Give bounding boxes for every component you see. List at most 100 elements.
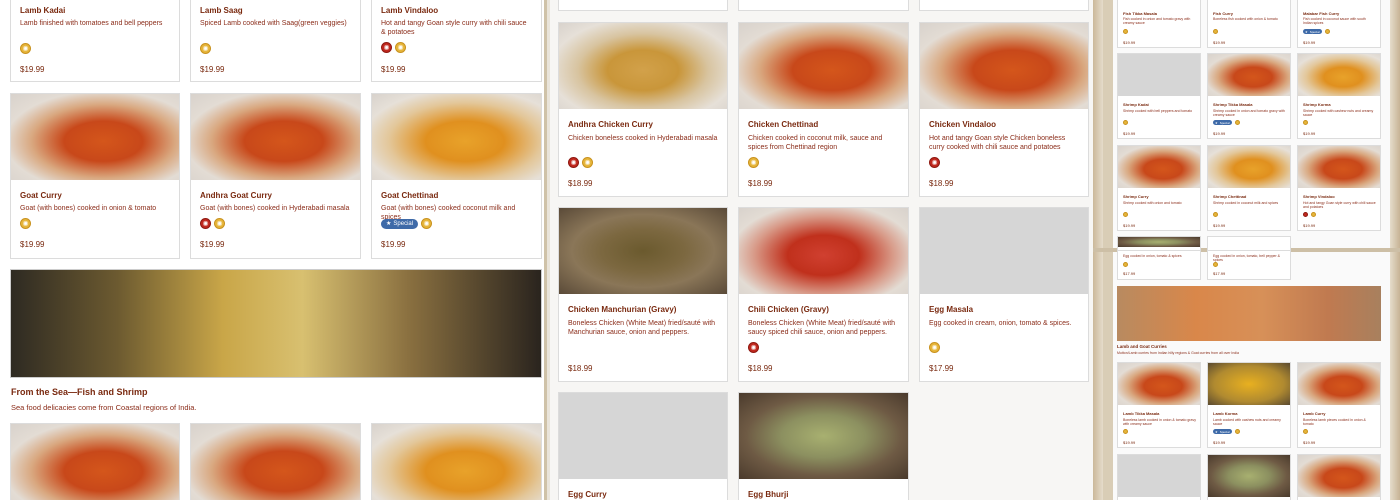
dish-image [739,23,908,109]
dish-image [372,424,541,500]
section-title: Lamb and Goat Curries [1117,344,1167,349]
item-description: Egg cooked in onion, tomato & spices [1123,254,1182,258]
menu-item-card[interactable]: Egg cooked in onion, tomato & spices $17… [1117,250,1201,280]
menu-item-card[interactable]: Egg cooked in onion, tomato, bell pepper… [1207,250,1291,280]
dish-image [1118,146,1200,188]
mild-spice-icon [1213,212,1218,217]
menu-item-card[interactable]: Malabar Fish Curry Fish cooked in coconu… [1297,0,1381,48]
item-price: $19.99 [1123,440,1136,445]
item-name: Malabar Fish Curry [1303,11,1340,16]
mild-spice-icon [1123,29,1128,34]
item-price: $17.99 [1123,271,1136,276]
special-badge: ★ Special [1303,29,1322,34]
dish-image [11,94,179,180]
menu-item-card[interactable]: Andhra Chicken Curry Chicken boneless co… [558,22,728,197]
item-name: Lamb Saag [200,6,243,15]
menu-item-card[interactable] [919,0,1089,11]
spice-icons: ✺ [20,218,31,229]
spice-icons: ★ Special [1303,29,1330,34]
spice-icons: ✺ [200,43,211,54]
hot-spice-icon: ✺ [748,342,759,353]
item-description: Egg cooked in cream, onion, tomato & spi… [929,320,1072,327]
menu-pane-left: Lamb Kadai Lamb finished with tomatoes a… [0,0,547,500]
item-name: Goat Curry [20,191,62,200]
menu-item-card[interactable]: Lamb Korma Lamb cooked with cashew nuts … [1207,362,1291,448]
menu-item-card[interactable]: Shrimp Vindaloo Hot and tangy Goan style… [1297,145,1381,231]
item-name: Shrimp Curry [1123,194,1149,199]
dish-image [1298,363,1380,405]
menu-item-card[interactable]: Chicken Vindaloo Hot and tangy Goan styl… [919,22,1089,197]
menu-item-card[interactable] [1117,454,1201,500]
menu-item-card[interactable] [371,423,542,500]
menu-item-card[interactable]: Goat Curry Goat (with bones) cooked in o… [10,93,180,259]
item-description: Shrimp cooked in coconut milk and spices [1213,201,1279,205]
item-name: Andhra Goat Curry [200,191,273,200]
menu-item-card[interactable] [1207,454,1291,500]
mild-spice-icon [1234,429,1240,434]
menu-item-card[interactable] [738,0,909,11]
mild-spice-icon: ✺ [748,157,759,168]
item-description: Shrimp cooked with bell peppers and toma… [1123,109,1193,113]
menu-item-card[interactable]: Lamb Saag Spiced Lamb cooked with Saag(g… [190,0,361,82]
menu-item-card[interactable]: Shrimp Curry Shrimp cooked with onion an… [1117,145,1201,231]
spice-icons [1123,120,1128,125]
menu-item-card[interactable]: Lamb Tikka Masala Boneless lamb cooked i… [1117,362,1201,448]
star-icon: ★ [386,221,392,227]
item-price: $19.99 [1303,131,1316,136]
menu-item-card[interactable]: Shrimp Korma Shrimp cooked with cashew n… [1297,53,1381,139]
menu-item-card[interactable]: Lamb Kadai Lamb finished with tomatoes a… [10,0,180,82]
menu-item-card[interactable]: Chili Chicken (Gravy) Boneless Chicken (… [738,207,909,382]
menu-item-card[interactable]: Lamb Curry Boneless lamb pieces cooked i… [1297,362,1381,448]
section-banner-image [10,269,542,378]
dish-image [191,94,360,180]
item-name: Andhra Chicken Curry [568,120,653,129]
item-price: $19.99 [1303,40,1316,45]
item-description: Boneless lamb cooked in onion & tomato g… [1123,418,1196,426]
menu-item-card[interactable]: Fish Curry Boneless fish cooked with oni… [1207,0,1291,48]
spice-icons [1123,262,1128,267]
menu-item-card[interactable] [190,423,361,500]
menu-item-card[interactable]: Chicken Chettinad Chicken cooked in coco… [738,22,909,197]
mild-spice-icon [1213,262,1218,267]
mild-spice-icon [1324,29,1330,34]
special-badge: ★ Special [381,218,419,229]
item-name: Chicken Manchurian (Gravy) [568,305,677,314]
item-price: $19.99 [1213,223,1226,228]
menu-item-card[interactable]: Shrimp Chettinad Shrimp cooked in coconu… [1207,145,1291,231]
item-name: Fish Tikka Masala [1123,11,1157,16]
item-price: $17.99 [929,364,954,373]
menu-item-card[interactable]: Goat Chettinad Goat (with bones) cooked … [371,93,542,259]
mild-spice-icon: ✺ [214,218,225,229]
menu-item-card[interactable] [558,0,728,11]
dish-image [739,208,908,294]
mild-spice-icon [1213,29,1218,34]
dish-image [1118,363,1200,405]
hot-spice-icon: ✺ [381,42,392,53]
dish-image [1298,146,1380,188]
item-description: Hot and tangy Goan style curry with chil… [381,20,527,36]
menu-item-card[interactable]: Fish Tikka Masala Fish cooked in onion a… [1117,0,1201,48]
menu-preview-pane: Fish Tikka Masala Fish cooked in onion a… [1093,0,1400,500]
item-name: Lamb Kadai [20,6,66,15]
mild-spice-icon: ✺ [929,342,940,353]
item-name: Egg Masala [929,305,974,314]
special-badge-label: Special [1219,429,1230,434]
item-name: Lamb Curry [1303,411,1326,416]
menu-item-card[interactable]: Lamb Vindaloo Hot and tangy Goan style c… [371,0,542,82]
menu-item-card[interactable]: Egg Curry [558,392,728,500]
dish-image [559,23,727,109]
menu-item-card[interactable]: Egg Masala Egg cooked in cream, onion, t… [919,207,1089,382]
spice-icons [1213,29,1218,34]
dish-image [191,424,360,500]
menu-item-card[interactable] [10,423,180,500]
mild-spice-icon [1123,120,1128,125]
item-price: $18.99 [748,179,773,188]
menu-item-card[interactable]: Shrimp Kadai Shrimp cooked with bell pep… [1117,53,1201,139]
menu-item-card[interactable]: Chicken Manchurian (Gravy) Boneless Chic… [558,207,728,382]
star-icon: ★ [1305,29,1308,34]
menu-item-card[interactable]: Andhra Goat Curry Goat (with bones) cook… [190,93,361,259]
mild-spice-icon: ✺ [20,43,31,54]
menu-item-card[interactable]: Egg Bhurji [738,392,909,500]
menu-item-card[interactable]: Shrimp Tikka Masala Shrimp cooked in oni… [1207,53,1291,139]
menu-item-card[interactable] [1297,454,1381,500]
